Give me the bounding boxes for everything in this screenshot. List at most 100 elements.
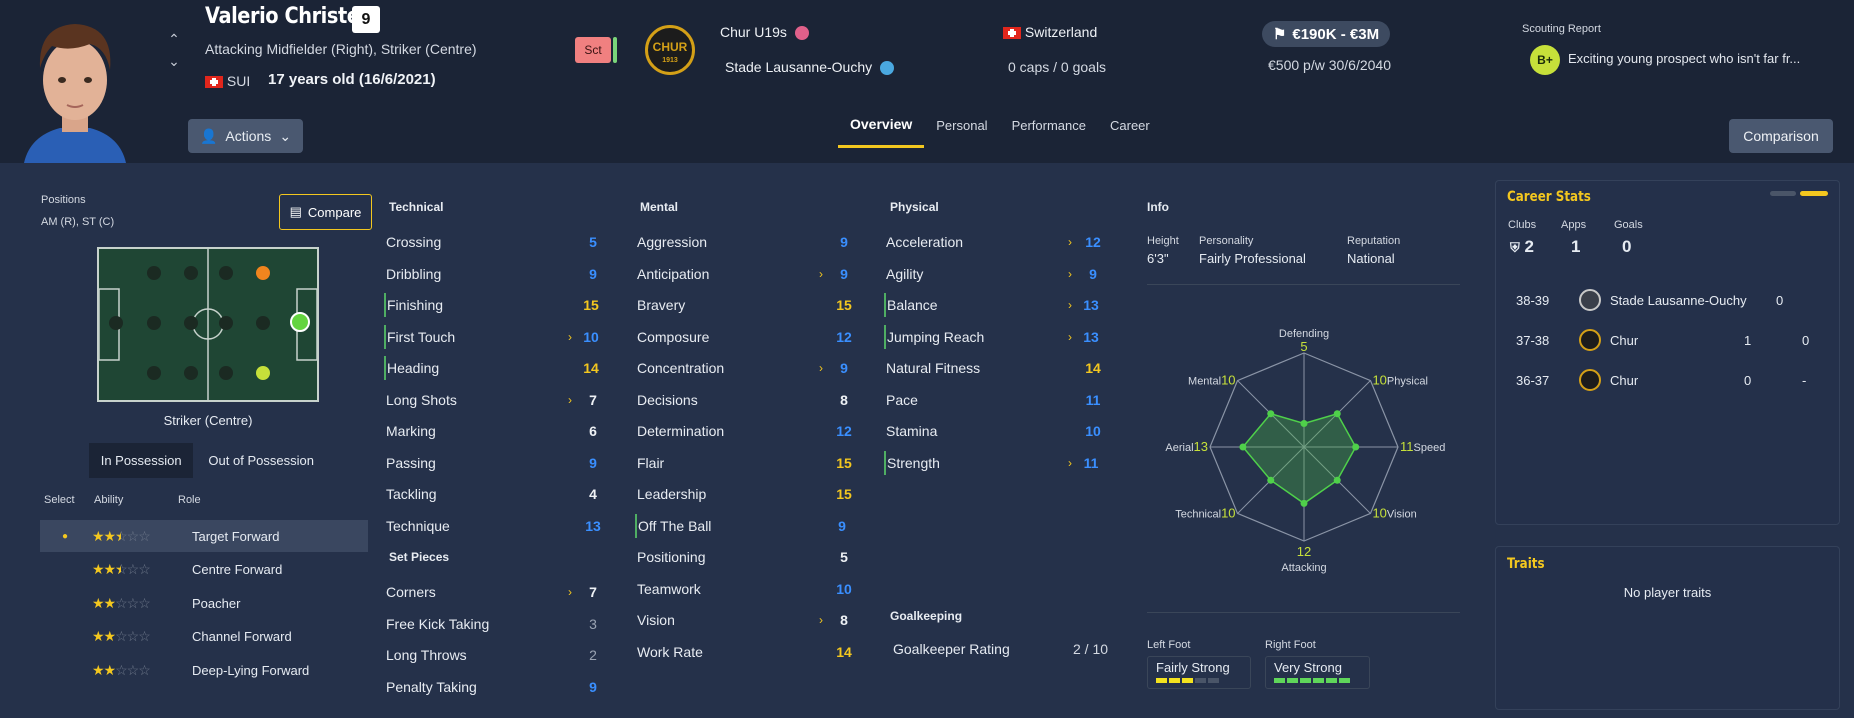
player-name: Valerio Christen bbox=[205, 4, 373, 29]
position-dot-striker-natural[interactable] bbox=[256, 366, 270, 380]
actions-button[interactable]: 👤 Actions ⌄ bbox=[188, 119, 303, 153]
tab-out-of-possession[interactable]: Out of Possession bbox=[193, 443, 329, 478]
role-row[interactable]: ★★☆☆☆ Channel Forward bbox=[40, 621, 368, 653]
attribute-heading[interactable]: Heading 14 bbox=[384, 356, 604, 380]
position-dot[interactable] bbox=[184, 266, 198, 280]
total-apps: 1 bbox=[1571, 237, 1581, 256]
attribute-vision[interactable]: Vision › 8 bbox=[637, 608, 857, 632]
attribute-tackling[interactable]: Tackling 4 bbox=[386, 482, 606, 506]
attribute-value: 4 bbox=[589, 486, 597, 502]
attribute-stamina[interactable]: Stamina 10 bbox=[886, 419, 1106, 443]
attribute-dribbling[interactable]: Dribbling 9 bbox=[386, 262, 606, 286]
attribute-anticipation[interactable]: Anticipation › 9 bbox=[637, 262, 857, 286]
career-season: 36-37 bbox=[1516, 372, 1550, 388]
attribute-value: 12 bbox=[836, 328, 852, 345]
tab-in-possession[interactable]: In Possession bbox=[89, 443, 194, 478]
attribute-penalty-taking[interactable]: Penalty Taking 9 bbox=[386, 675, 606, 699]
attribute-name: Long Shots bbox=[386, 391, 457, 408]
position-dot[interactable] bbox=[109, 316, 123, 330]
position-dot-striker-selected[interactable] bbox=[290, 312, 310, 332]
tab-career[interactable]: Career bbox=[1098, 114, 1162, 148]
compare-button[interactable]: ▤ Compare bbox=[279, 194, 372, 230]
position-dot[interactable] bbox=[219, 366, 233, 380]
attribute-teamwork[interactable]: Teamwork 10 bbox=[637, 577, 857, 601]
attribute-agility[interactable]: Agility › 9 bbox=[886, 262, 1106, 286]
position-dot[interactable] bbox=[219, 266, 233, 280]
attribute-work-rate[interactable]: Work Rate 14 bbox=[637, 640, 857, 664]
attribute-free-kick-taking[interactable]: Free Kick Taking 3 bbox=[386, 612, 606, 636]
tab-overview[interactable]: Overview bbox=[838, 114, 925, 148]
career-row[interactable]: 37-38 Chur 1 0 bbox=[1516, 325, 1826, 355]
club-badge[interactable]: CHUR 1913 bbox=[645, 25, 695, 75]
career-row[interactable]: 36-37 Chur 0 - bbox=[1516, 365, 1826, 395]
attribute-natural-fitness[interactable]: Natural Fitness 14 bbox=[886, 356, 1106, 380]
tab-performance[interactable]: Performance bbox=[1000, 114, 1098, 148]
attribute-flair[interactable]: Flair 15 bbox=[637, 451, 857, 475]
attribute-decisions[interactable]: Decisions 8 bbox=[637, 388, 857, 412]
position-dot[interactable] bbox=[184, 366, 198, 380]
attribute-value: 12 bbox=[836, 423, 852, 439]
role-name: Channel Forward bbox=[192, 629, 292, 644]
attribute-value: 2 bbox=[589, 647, 597, 663]
attribute-technique[interactable]: Technique 13 bbox=[386, 514, 606, 538]
attribute-marking[interactable]: Marking 6 bbox=[386, 419, 606, 443]
goalkeeping-title: Goalkeeping bbox=[890, 609, 963, 623]
attribute-first-touch[interactable]: First Touch › 10 bbox=[384, 324, 604, 349]
attribute-crossing[interactable]: Crossing 5 bbox=[386, 230, 606, 254]
position-dot[interactable] bbox=[219, 316, 233, 330]
attribute-positioning[interactable]: Positioning 5 bbox=[637, 545, 857, 569]
attribute-strength[interactable]: Strength › 11 bbox=[884, 450, 1104, 475]
price-tag-icon: ⚑ bbox=[1272, 26, 1287, 43]
transfer-value[interactable]: ⚑ €190K - €3M bbox=[1262, 21, 1390, 47]
international-country[interactable]: Switzerland bbox=[1003, 24, 1097, 40]
loan-club[interactable]: Stade Lausanne-Ouchy bbox=[725, 59, 894, 76]
attribute-corners[interactable]: Corners › 7 bbox=[386, 580, 606, 604]
role-row[interactable]: ★★☆☆☆ Deep-Lying Forward bbox=[40, 654, 368, 686]
position-dot[interactable] bbox=[147, 316, 161, 330]
loan-club-name: Stade Lausanne-Ouchy bbox=[725, 59, 873, 75]
radar-label: Technical10 bbox=[1175, 505, 1235, 520]
radar-label: Aerial13 bbox=[1165, 439, 1208, 454]
career-row[interactable]: 38-39 Stade Lausanne-Ouchy 0 bbox=[1516, 285, 1826, 315]
attribute-long-shots[interactable]: Long Shots › 7 bbox=[386, 388, 606, 412]
tab-personal[interactable]: Personal bbox=[924, 114, 999, 148]
attribute-bravery[interactable]: Bravery 15 bbox=[637, 293, 857, 317]
role-select-indicator[interactable]: ● bbox=[62, 531, 68, 542]
attribute-name: Dribbling bbox=[386, 265, 442, 282]
attribute-acceleration[interactable]: Acceleration › 12 bbox=[886, 230, 1106, 254]
attribute-finishing[interactable]: Finishing 15 bbox=[384, 293, 604, 317]
club-team[interactable]: Chur U19s bbox=[720, 24, 809, 41]
personality-value[interactable]: Fairly Professional bbox=[1199, 251, 1306, 266]
page-indicator[interactable] bbox=[1770, 191, 1796, 196]
personality-label: Personality bbox=[1199, 235, 1254, 247]
reputation-label: Reputation bbox=[1347, 235, 1401, 247]
attribute-jumping-reach[interactable]: Jumping Reach › 13 bbox=[884, 324, 1104, 349]
position-dot[interactable] bbox=[256, 316, 270, 330]
attribute-concentration[interactable]: Concentration › 9 bbox=[637, 356, 857, 380]
scouting-grade-badge[interactable]: B+ bbox=[1530, 45, 1560, 75]
previous-player-chevron-up-icon[interactable]: ⌃ bbox=[166, 31, 182, 47]
next-player-chevron-down-icon[interactable]: ⌄ bbox=[166, 53, 182, 69]
comparison-button[interactable]: Comparison bbox=[1729, 119, 1833, 153]
radar-value: 5 bbox=[1300, 339, 1307, 354]
role-row[interactable]: ★★☆☆☆ Poacher bbox=[40, 587, 368, 619]
attribute-balance[interactable]: Balance › 13 bbox=[884, 293, 1104, 317]
attribute-pace[interactable]: Pace 11 bbox=[886, 388, 1106, 412]
position-dot[interactable] bbox=[147, 266, 161, 280]
attribute-determination[interactable]: Determination 12 bbox=[637, 419, 857, 443]
position-dot[interactable] bbox=[147, 366, 161, 380]
role-row[interactable]: ★★☆★☆☆ Centre Forward bbox=[40, 554, 368, 586]
status-badge[interactable]: Sct bbox=[575, 37, 611, 63]
attribute-long-throws[interactable]: Long Throws 2 bbox=[386, 643, 606, 667]
position-dot-am-right[interactable] bbox=[256, 266, 270, 280]
attribute-composure[interactable]: Composure 12 bbox=[637, 325, 857, 349]
attribute-aggression[interactable]: Aggression 9 bbox=[637, 230, 857, 254]
scouting-report-text[interactable]: Exciting young prospect who isn't far fr… bbox=[1568, 51, 1800, 66]
attribute-off-the-ball[interactable]: Off The Ball 9 bbox=[635, 513, 855, 538]
attribute-leadership[interactable]: Leadership 15 bbox=[637, 482, 857, 506]
position-dot[interactable] bbox=[184, 316, 198, 330]
career-club: Chur bbox=[1610, 372, 1639, 388]
page-indicator-active[interactable] bbox=[1800, 191, 1828, 196]
role-row[interactable]: ● ★★☆★☆☆ Target Forward bbox=[40, 520, 368, 552]
attribute-passing[interactable]: Passing 9 bbox=[386, 451, 606, 475]
